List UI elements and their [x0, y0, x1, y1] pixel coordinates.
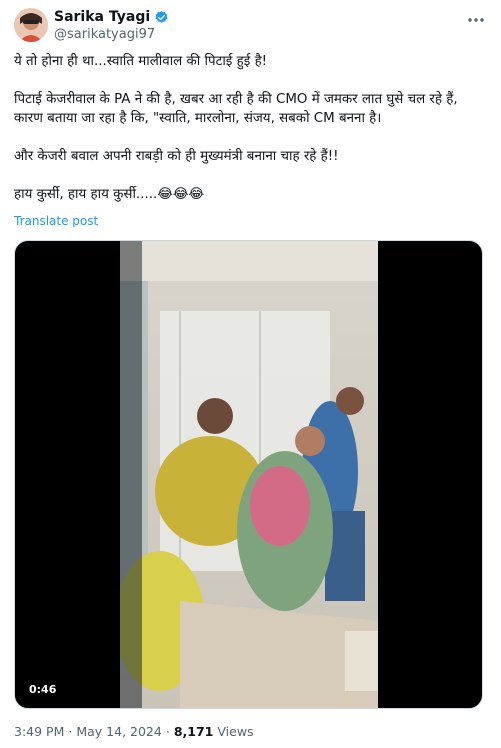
video-thumbnail — [120, 241, 378, 708]
meta-separator: · — [68, 724, 73, 739]
tweet-paragraph: ये तो होना ही था...स्वाति मालीवाल की पिट… — [14, 54, 268, 69]
more-options-icon[interactable] — [466, 12, 486, 28]
tweet-paragraph: हाय कुर्सी, हाय हाय कुर्सी.....😂😂😂 — [14, 187, 205, 202]
tweet-time[interactable]: 3:49 PM — [14, 724, 64, 739]
avatar[interactable] — [14, 8, 48, 42]
tweet-paragraph: पिटाई केजरीवाल के PA ने की है, खबर आ रही… — [14, 92, 462, 126]
video-player[interactable]: 0:46 — [14, 240, 483, 709]
meta-separator: · — [165, 724, 170, 739]
translate-post-link[interactable]: Translate post — [14, 214, 98, 228]
views-count: 8,171 — [173, 724, 214, 739]
tweet-meta: 3:49 PM · May 14, 2024 · 8,171 Views — [14, 724, 254, 739]
display-name[interactable]: Sarika Tyagi — [54, 9, 150, 25]
handle[interactable]: @sarikatyagi97 — [54, 27, 155, 42]
tweet-date[interactable]: May 14, 2024 — [76, 724, 161, 739]
tweet-text: ये तो होना ही था...स्वाति मालीवाल की पिट… — [14, 52, 488, 223]
tweet-paragraph: और केजरी बवाल अपनी राबड़ी को ही मुख्यमंत… — [14, 149, 339, 164]
video-duration: 0:46 — [23, 681, 63, 698]
verified-badge-icon — [154, 10, 169, 25]
tweet-header: Sarika Tyagi @sarikatyagi97 — [14, 8, 488, 48]
views-label: Views — [217, 724, 254, 739]
